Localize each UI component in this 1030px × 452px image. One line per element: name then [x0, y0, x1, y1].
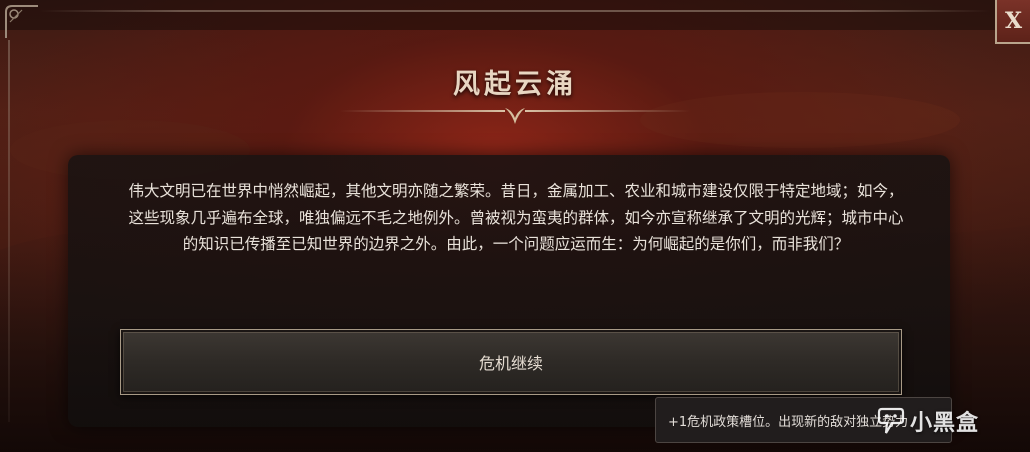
- title-divider-ornament: [340, 108, 690, 124]
- heybox-logo-icon: [877, 407, 905, 434]
- crisis-continue-button[interactable]: 危机继续: [120, 329, 902, 395]
- frame-top-border: [40, 10, 990, 12]
- watermark: 小黑盒: [872, 403, 1012, 439]
- close-button[interactable]: X: [995, 0, 1030, 44]
- corner-ornament-icon: [5, 5, 38, 38]
- watermark-text: 小黑盒: [910, 411, 980, 436]
- game-screen: 风起云涌 伟大文明已在世界中悄然崛起，其他文明亦随之繁荣。昔日，金属加工、农业和…: [0, 0, 1030, 452]
- dialog-body-text: 伟大文明已在世界中悄然崛起，其他文明亦随之繁荣。昔日，金属加工、农业和城市建设仅…: [128, 182, 904, 253]
- dialog-title: 风起云涌: [453, 69, 577, 100]
- crisis-continue-label: 危机继续: [478, 354, 543, 373]
- close-icon: X: [1004, 8, 1023, 34]
